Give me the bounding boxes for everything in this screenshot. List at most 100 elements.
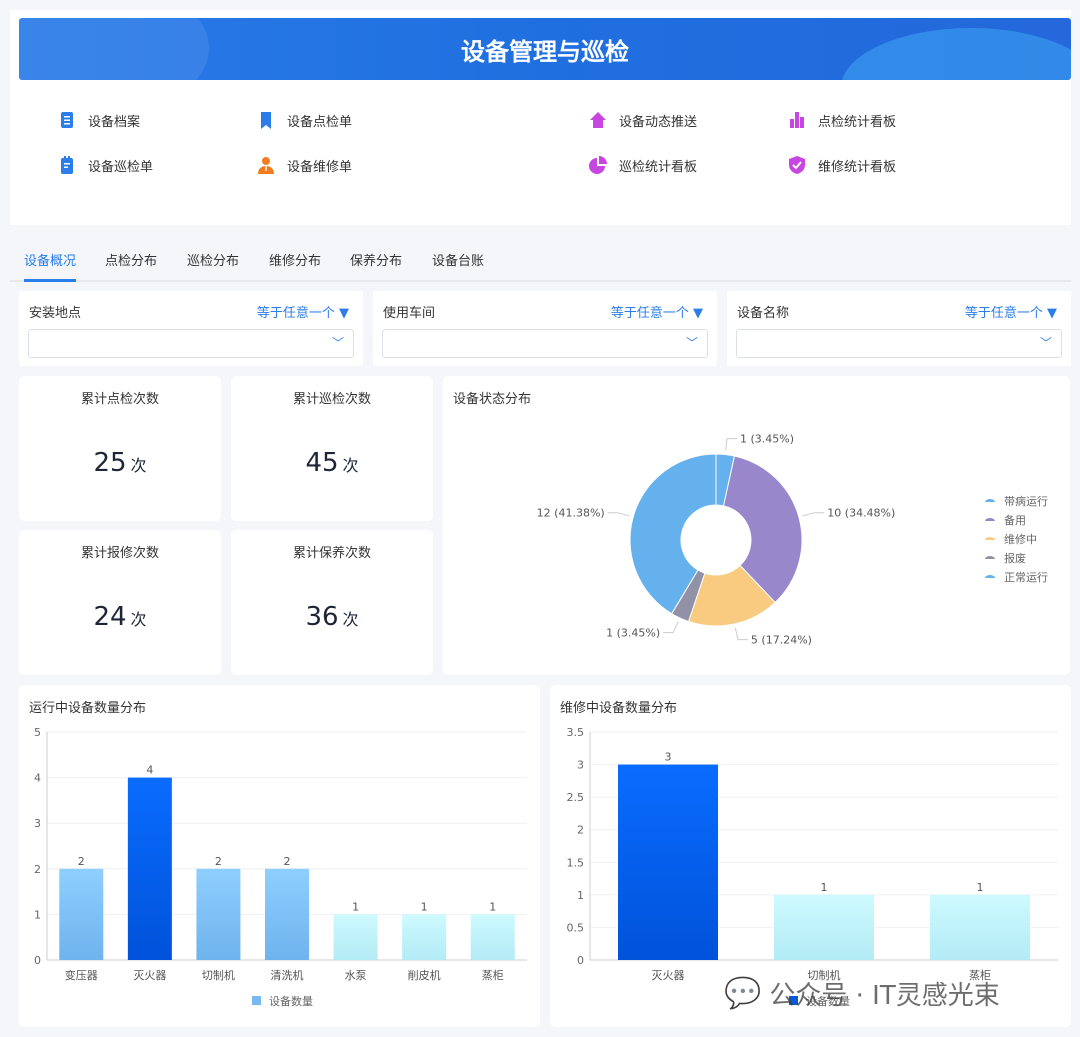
worker-icon: [258, 157, 274, 174]
stat-value: 25 次: [93, 448, 147, 478]
legend-item[interactable]: 设备数量: [269, 994, 313, 1008]
bar[interactable]: [930, 894, 1030, 960]
tab[interactable]: 保养分布: [350, 250, 402, 269]
legend-marker: [985, 556, 995, 559]
filter-label: 安装地点: [29, 306, 82, 321]
y-tick-label: 2: [34, 863, 41, 876]
legend-marker: [985, 518, 995, 521]
tab[interactable]: 设备概况: [24, 250, 77, 282]
data-label: 2: [284, 855, 291, 868]
document-icon: [61, 112, 73, 128]
pie-chart-icon: [589, 156, 607, 174]
nav-item-label: 维修统计看板: [818, 159, 897, 175]
label-line: [725, 438, 738, 451]
status-pie-card: 设备状态分布 1 (3.45%) 带病运行 10 (34.48%) 备用 5 (17.2…: [443, 376, 1070, 675]
nav-item-label: 设备点检单: [287, 114, 353, 130]
data-label: 1: [352, 900, 359, 913]
nav-item[interactable]: 点检统计看板: [787, 110, 896, 130]
stat-card: 累计报修次数 24 次: [19, 530, 221, 675]
nav-item[interactable]: 巡检统计看板: [588, 155, 697, 175]
nav-item[interactable]: 维修统计看板: [787, 155, 896, 175]
legend-item[interactable]: 带病运行: [1004, 494, 1048, 508]
data-label: 1: [421, 900, 428, 913]
y-tick-label: 0.5: [567, 921, 585, 934]
y-tick-label: 1: [34, 908, 41, 921]
y-tick-label: 2: [577, 824, 584, 837]
watermark: 💬 公众号 · IT灵感光束: [724, 976, 1000, 1011]
filter-select[interactable]: ﹀: [28, 329, 354, 358]
stat-value: 36 次: [305, 602, 359, 632]
slice-label: 5 (17.24%): [751, 634, 812, 647]
tab[interactable]: 维修分布: [269, 250, 321, 269]
legend-marker: [985, 537, 995, 540]
legend-marker: [252, 996, 261, 1005]
bar[interactable]: [265, 868, 309, 960]
y-tick-label: 4: [34, 772, 41, 785]
stat-value: 24 次: [93, 602, 147, 632]
bar[interactable]: [59, 868, 104, 960]
clipboard-icon: [61, 156, 73, 174]
bar[interactable]: [196, 868, 241, 960]
nav-item[interactable]: 设备维修单: [256, 155, 352, 175]
filter-label: 使用车间: [383, 306, 436, 321]
caret-down-icon: ▼: [339, 306, 349, 321]
bar[interactable]: [402, 914, 447, 960]
filter-select[interactable]: ﹀: [382, 329, 708, 358]
nav-item[interactable]: 设备点检单: [256, 110, 352, 130]
x-tick-label: 削皮机: [408, 968, 441, 982]
stat-card: 累计保养次数 36 次: [231, 530, 433, 675]
filter-operator[interactable]: 等于任意一个 ▼: [965, 302, 1057, 321]
filter-select[interactable]: ﹀: [736, 329, 1062, 358]
bar[interactable]: [470, 914, 515, 960]
nav-item-label: 设备巡检单: [88, 159, 154, 175]
x-tick-label: 蒸柜: [482, 969, 504, 982]
nav-item-label: 点检统计看板: [818, 114, 897, 130]
data-label: 1: [489, 900, 496, 913]
tab[interactable]: 点检分布: [105, 250, 157, 269]
slice-label: 1 (3.45%): [606, 627, 660, 640]
legend-item[interactable]: 备用: [1004, 513, 1026, 527]
x-tick-label: 变压器: [65, 968, 98, 982]
legend-item[interactable]: 维修中: [1004, 532, 1037, 546]
x-tick-label: 灭火器: [133, 969, 166, 982]
nav-item[interactable]: 设备档案: [57, 110, 140, 130]
x-tick-label: 清洗机: [271, 968, 304, 982]
stat-title: 累计巡检次数: [292, 392, 371, 407]
running-bar-card: 运行中设备数量分布 0 1 2 3 4 5 2 变压器 4 灭火器 2 切制机 2 清洗机 1 水泵 1 削皮机 1…: [19, 685, 540, 1027]
bar[interactable]: [618, 764, 718, 960]
nav-item-label: 设备维修单: [287, 159, 353, 175]
bar-chart: 0 1 2 3 4 5 2 变压器 4 灭火器 2 切制机 2 清洗机 1 水泵 1 削皮机 1 蒸柜设备数量: [34, 726, 527, 1008]
header-banner: 设备管理与巡检: [19, 18, 1071, 80]
y-tick-label: 3: [34, 817, 41, 830]
legend-marker: [985, 499, 995, 502]
data-label: 4: [146, 764, 153, 777]
data-label: 2: [78, 855, 85, 868]
legend-item[interactable]: 正常运行: [1004, 571, 1048, 584]
filter-card: 设备名称 等于任意一个 ▼ ﹀: [727, 291, 1071, 366]
filter-card: 使用车间 等于任意一个 ▼ ﹀: [373, 291, 717, 366]
bar[interactable]: [333, 914, 378, 960]
nav-item-label: 设备档案: [88, 114, 141, 130]
caret-down-icon: ▼: [1047, 306, 1057, 321]
chevron-down-icon: ﹀: [1039, 336, 1052, 350]
stat-title: 累计报修次数: [80, 546, 159, 561]
nav-item[interactable]: 设备巡检单: [57, 155, 153, 175]
y-tick-label: 3.5: [567, 726, 585, 739]
legend-item[interactable]: 报废: [1004, 551, 1026, 565]
slice-label: 1 (3.45%): [740, 433, 794, 446]
slice-label: 10 (34.48%): [827, 507, 895, 520]
tab[interactable]: 巡检分布: [187, 250, 239, 269]
slice-label: 12 (41.38%): [537, 507, 605, 520]
tab[interactable]: 设备台账: [432, 250, 484, 269]
y-tick-label: 1.5: [567, 856, 585, 869]
filter-operator[interactable]: 等于任意一个 ▼: [611, 302, 703, 321]
tab-bar: 设备概况 点检分布 巡检分布 维修分布 保养分布 设备台账: [10, 240, 1071, 282]
y-tick-label: 2.5: [567, 791, 585, 804]
filter-label: 设备名称: [737, 306, 790, 321]
nav-item[interactable]: 设备动态推送: [588, 110, 697, 130]
filter-operator[interactable]: 等于任意一个 ▼: [257, 302, 349, 321]
bar[interactable]: [127, 777, 172, 960]
data-label: 2: [215, 855, 222, 868]
bar[interactable]: [774, 894, 874, 960]
data-label: 3: [665, 751, 672, 764]
